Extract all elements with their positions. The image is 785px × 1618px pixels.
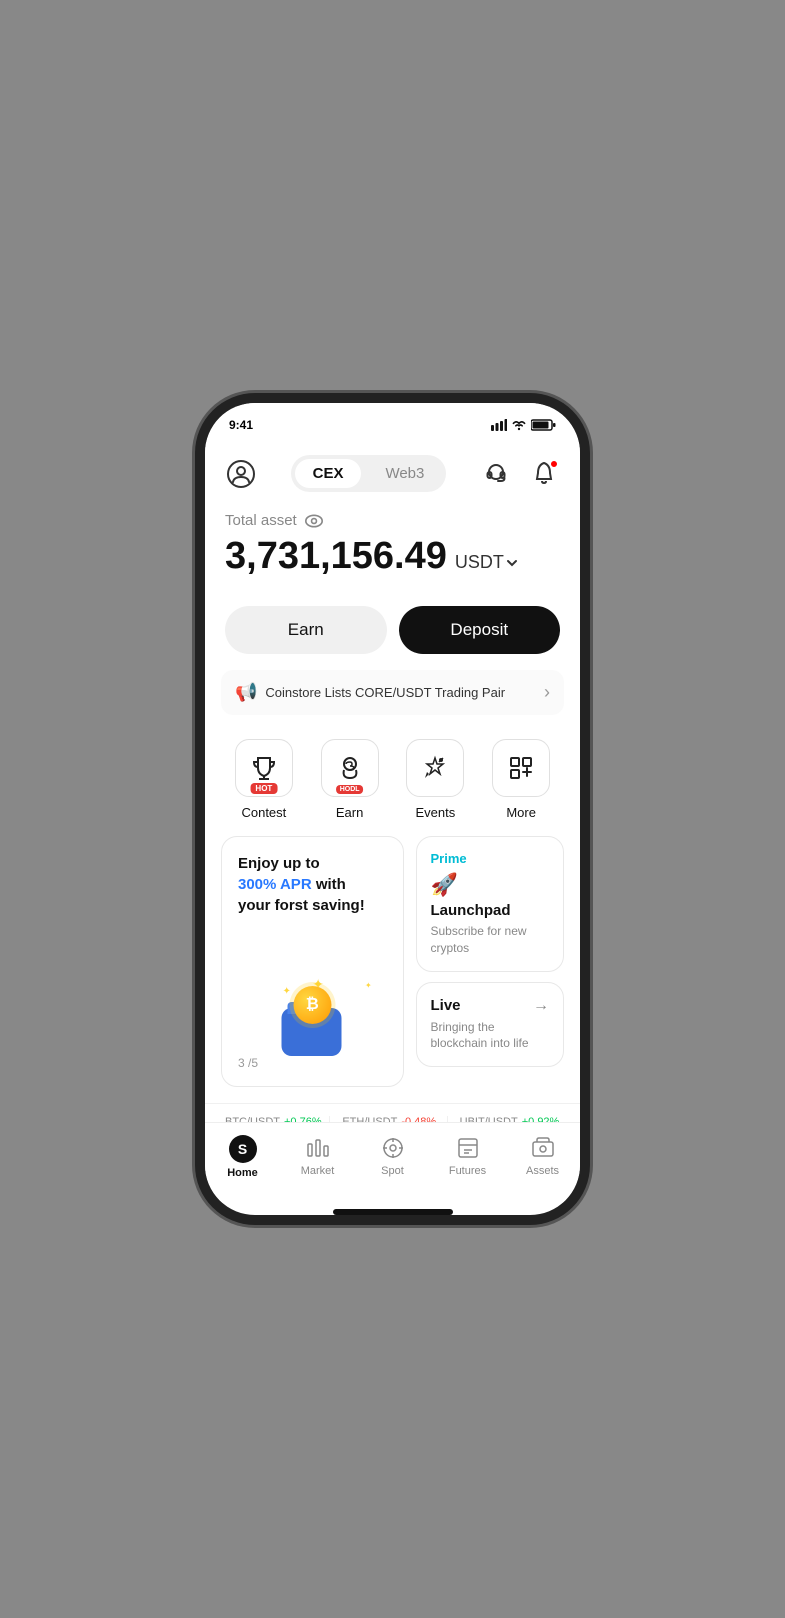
- bottom-nav: S Home Market: [205, 1122, 580, 1203]
- spot-icon: [380, 1135, 406, 1161]
- events-label: Events: [416, 805, 456, 820]
- nav-market[interactable]: Market: [280, 1131, 355, 1183]
- hot-badge: HOT: [250, 783, 277, 794]
- assets-icon: [530, 1135, 556, 1161]
- battery-icon: [531, 419, 556, 431]
- more-icon-box: [492, 739, 550, 797]
- futures-label: Futures: [449, 1165, 486, 1177]
- launchpad-card[interactable]: Prime 🚀 Launchpad Subscribe for new cryp…: [416, 836, 565, 972]
- asset-amount: 3,731,156.49 USDT: [225, 535, 560, 578]
- nav-futures[interactable]: Futures: [430, 1131, 505, 1183]
- asset-value: 3,731,156.49: [225, 535, 447, 578]
- market-icon: [305, 1135, 331, 1161]
- live-subtitle: Bringing the blockchain into life: [431, 1019, 550, 1053]
- mode-toggle: CEX Web3: [291, 455, 447, 492]
- nav-home[interactable]: S Home: [205, 1131, 280, 1183]
- signal-icon: [491, 419, 507, 431]
- home-label: Home: [227, 1167, 258, 1179]
- announcement-bar[interactable]: 📢 Coinstore Lists CORE/USDT Trading Pair…: [221, 670, 564, 715]
- announcement-left: 📢 Coinstore Lists CORE/USDT Trading Pair: [235, 682, 505, 703]
- events-icon: [421, 754, 449, 782]
- wifi-icon: [511, 419, 527, 431]
- futures-icon: [455, 1135, 481, 1161]
- ticker-section: BTC/USDT +0.76% 91,953.41 ETH/USDT -0.48…: [205, 1103, 580, 1122]
- live-title: Live: [431, 997, 461, 1014]
- nav-spot[interactable]: Spot: [355, 1131, 430, 1183]
- quick-action-events[interactable]: Events: [400, 739, 470, 820]
- earn-label: Earn: [336, 805, 363, 820]
- announcement-chevron: ›: [544, 682, 550, 703]
- quick-action-earn[interactable]: HODL Earn: [315, 739, 385, 820]
- top-nav: CEX Web3: [205, 447, 580, 504]
- trophy-icon: [250, 754, 278, 782]
- home-icon: S: [229, 1135, 257, 1163]
- asset-currency[interactable]: USDT: [455, 552, 518, 573]
- promo-apr: 300% APR: [238, 876, 312, 893]
- status-icons: [491, 419, 556, 431]
- market-label: Market: [301, 1165, 335, 1177]
- launchpad-subtitle: Subscribe for new cryptos: [431, 923, 550, 957]
- currency-dropdown-icon: [506, 557, 518, 569]
- hodl-badge: HODL: [336, 785, 364, 794]
- promo-right: Prime 🚀 Launchpad Subscribe for new cryp…: [416, 836, 565, 1087]
- quick-action-more[interactable]: More: [486, 739, 556, 820]
- notification-button[interactable]: [528, 458, 560, 490]
- support-button[interactable]: [480, 458, 512, 490]
- quick-actions: HOT Contest HODL Earn: [205, 731, 580, 836]
- spot-label: Spot: [381, 1165, 404, 1177]
- sparkle-right: ✦: [365, 981, 372, 990]
- total-asset-text: Total asset: [225, 512, 297, 529]
- profile-icon: [227, 460, 255, 488]
- asset-section: Total asset 3,731,156.49 USDT: [205, 504, 580, 594]
- live-header: Live →: [431, 997, 550, 1015]
- launchpad-title: Launchpad: [431, 902, 550, 919]
- promo-counter: 3 /5: [238, 1056, 387, 1070]
- promo-text1: Enjoy up to 300% APR with your forst sav…: [238, 853, 387, 916]
- rocket-icon: 🚀: [431, 872, 550, 898]
- time: 9:41: [229, 418, 253, 432]
- header-icons: [480, 458, 560, 490]
- phone-notch: [333, 403, 453, 433]
- promo-savings-card[interactable]: Enjoy up to 300% APR with your forst sav…: [221, 836, 404, 1087]
- events-icon-box: [406, 739, 464, 797]
- live-arrow: →: [533, 997, 549, 1015]
- headset-icon: [483, 461, 509, 487]
- quick-action-contest[interactable]: HOT Contest: [229, 739, 299, 820]
- phone-shell: 9:41: [205, 403, 580, 1215]
- contest-label: Contest: [241, 805, 286, 820]
- home-indicator: [333, 1209, 453, 1215]
- deposit-button[interactable]: Deposit: [399, 606, 561, 654]
- earn-icon: [336, 754, 364, 782]
- bitcoin-symbol: ₿: [293, 986, 331, 1024]
- profile-button[interactable]: [225, 458, 257, 490]
- assets-label: Assets: [526, 1165, 559, 1177]
- megaphone-icon: 📢: [235, 682, 257, 703]
- more-label: More: [506, 805, 536, 820]
- contest-icon-box: HOT: [235, 739, 293, 797]
- live-card[interactable]: Live → Bringing the blockchain into life: [416, 982, 565, 1068]
- eye-icon[interactable]: [305, 514, 323, 528]
- prime-label: Prime: [431, 851, 550, 866]
- promo-cards: Enjoy up to 300% APR with your forst sav…: [205, 836, 580, 1103]
- web3-tab[interactable]: Web3: [367, 459, 442, 488]
- action-buttons: Earn Deposit: [205, 594, 580, 670]
- nav-assets[interactable]: Assets: [505, 1131, 580, 1183]
- notification-dot: [550, 460, 558, 468]
- total-asset-label: Total asset: [225, 512, 560, 529]
- cex-tab[interactable]: CEX: [295, 459, 362, 488]
- earn-icon-box: HODL: [321, 739, 379, 797]
- scroll-content: Total asset 3,731,156.49 USDT Earn Depos: [205, 504, 580, 1122]
- announcement-text: Coinstore Lists CORE/USDT Trading Pair: [265, 685, 505, 700]
- earn-button[interactable]: Earn: [225, 606, 387, 654]
- grid-plus-icon: [507, 754, 535, 782]
